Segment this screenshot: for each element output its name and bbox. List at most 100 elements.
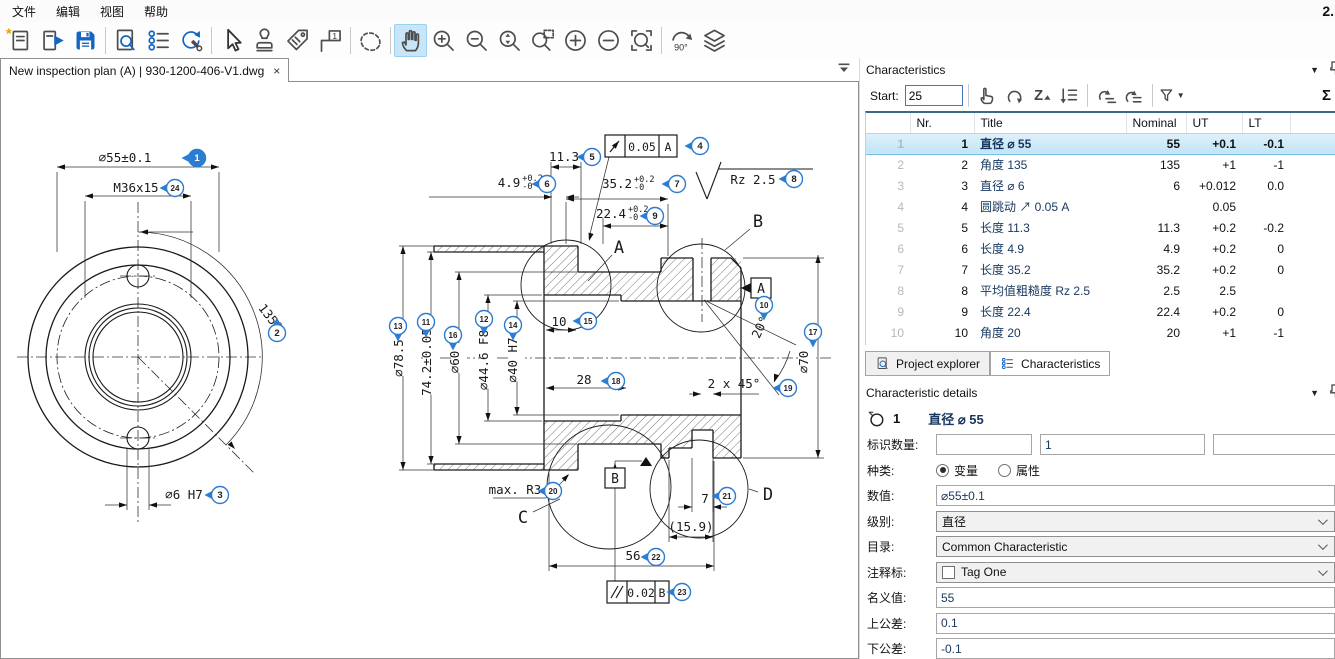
svg-text:15: 15 xyxy=(584,317,593,326)
balloon-tool-icon[interactable]: 1 xyxy=(314,24,347,57)
nominal-input[interactable] xyxy=(936,587,1335,608)
save-icon[interactable] xyxy=(69,24,102,57)
revision-cloud-icon[interactable] xyxy=(354,24,387,57)
filter-icon[interactable]: ▼ xyxy=(1158,83,1185,109)
column-header[interactable]: Title xyxy=(974,113,1126,133)
svg-text:Rz 2.5: Rz 2.5 xyxy=(730,172,775,187)
increase-icon[interactable] xyxy=(559,24,592,57)
svg-text:10: 10 xyxy=(760,301,769,310)
tag-tool-icon[interactable] xyxy=(281,24,314,57)
table-row[interactable]: 1 1 直径 ⌀ 55 55 +0.1 -0.1 xyxy=(866,133,1335,154)
find-document-icon[interactable] xyxy=(109,24,142,57)
svg-text:5: 5 xyxy=(589,152,595,163)
table-row[interactable]: 5 5 长度 11.3 11.3 +0.2 -0.2 xyxy=(866,217,1335,238)
balloon-7[interactable]: 7 xyxy=(662,176,686,193)
balloon-1[interactable]: 1 xyxy=(182,150,206,167)
table-row[interactable]: 3 3 直径 ⌀ 6 6 +0.012 0.0 xyxy=(866,175,1335,196)
zoom-vertical-icon[interactable] xyxy=(493,24,526,57)
column-header[interactable] xyxy=(866,113,910,133)
balloon-23[interactable]: 23 xyxy=(667,584,691,601)
zoom-window-icon[interactable] xyxy=(526,24,559,57)
lower-tol-input[interactable] xyxy=(936,638,1335,659)
pan-tool-icon[interactable] xyxy=(394,24,427,57)
stamp-tool-icon[interactable] xyxy=(248,24,281,57)
balloon-22[interactable]: 22 xyxy=(641,549,665,566)
zoom-in-icon[interactable] xyxy=(427,24,460,57)
balloon-8[interactable]: 8 xyxy=(779,171,803,188)
table-row[interactable]: 4 4 圆跳动 ↗ 0.05 A 0.05 xyxy=(866,196,1335,217)
start-input[interactable] xyxy=(905,85,963,106)
reorder-z-icon[interactable]: Z xyxy=(1028,83,1055,109)
characteristics-list-icon[interactable] xyxy=(142,24,175,57)
update-tools-icon[interactable] xyxy=(175,24,208,57)
level-select[interactable]: 直径 xyxy=(936,511,1335,532)
id-qty-input-2[interactable] xyxy=(1040,434,1205,455)
radio-variable[interactable]: 变量 xyxy=(936,462,978,479)
pick-hand-icon[interactable] xyxy=(974,83,1001,109)
svg-text:22: 22 xyxy=(652,553,661,562)
id-qty-input-1[interactable] xyxy=(936,434,1032,455)
svg-text:19: 19 xyxy=(784,384,793,393)
tab-list-icon[interactable] xyxy=(835,59,853,80)
column-header[interactable]: Nominal xyxy=(1126,113,1186,133)
details-pin-icon[interactable] xyxy=(1329,384,1335,402)
catalog-label: 目录: xyxy=(867,538,936,555)
panel-collapse-icon[interactable]: ▼ xyxy=(1310,65,1319,75)
move-from-list-icon[interactable] xyxy=(1120,83,1147,109)
balloon-4[interactable]: 4 xyxy=(685,138,709,155)
drawing-canvas[interactable]: AB0.05A0.02B⌀55±0.1M36x15135°⌀6 H711.34.… xyxy=(0,82,859,659)
catalog-select[interactable]: Common Characteristic xyxy=(936,536,1335,557)
svg-text:21: 21 xyxy=(723,492,732,501)
balloon-3[interactable]: 3 xyxy=(205,487,229,504)
balloon-5[interactable]: 5 xyxy=(577,149,601,166)
rotate-90-icon[interactable]: 90° xyxy=(665,24,698,57)
menu-item-2[interactable]: 编辑 xyxy=(46,1,90,22)
details-collapse-icon[interactable]: ▼ xyxy=(1310,388,1319,398)
move-into-list-icon[interactable] xyxy=(1093,83,1120,109)
menu-item-1[interactable]: 文件 xyxy=(2,1,46,22)
new-plan-icon[interactable]: * xyxy=(3,24,36,57)
radio-attribute[interactable]: 属性 xyxy=(998,462,1040,479)
sigma-sum-icon[interactable]: Σ xyxy=(1322,87,1333,104)
table-row[interactable]: 2 2 角度 135 135 +1 -1 xyxy=(866,154,1335,175)
nominal-row: 名义值: xyxy=(867,585,1335,611)
svg-text:7: 7 xyxy=(701,491,709,506)
column-header[interactable]: LT xyxy=(1242,113,1290,133)
column-header[interactable]: UT xyxy=(1186,113,1242,133)
decrease-icon[interactable] xyxy=(592,24,625,57)
svg-text:2 x 45°: 2 x 45° xyxy=(708,376,761,391)
table-row[interactable]: 10 10 角度 20 20 +1 -1 xyxy=(866,322,1335,343)
upper-tol-input[interactable] xyxy=(936,613,1335,634)
balloon-19[interactable]: 19 xyxy=(773,380,797,397)
column-header[interactable]: Nr. xyxy=(910,113,974,133)
id-qty-input-3[interactable] xyxy=(1213,434,1335,455)
balloon-18[interactable]: 18 xyxy=(601,373,625,390)
zoom-fit-icon[interactable] xyxy=(625,24,658,57)
table-row[interactable]: 6 6 长度 4.9 4.9 +0.2 0 xyxy=(866,238,1335,259)
balloon-15[interactable]: 15 xyxy=(573,313,597,330)
pin-icon[interactable] xyxy=(1329,61,1335,79)
balloon-24[interactable]: 24 xyxy=(160,180,184,197)
sort-list-icon[interactable] xyxy=(1055,83,1082,109)
balloon-21[interactable]: 21 xyxy=(712,488,736,505)
tab-label: Project explorer xyxy=(896,357,980,371)
renumber-icon[interactable] xyxy=(1001,83,1028,109)
menu-item-4[interactable]: 帮助 xyxy=(134,1,178,22)
tab-close-icon[interactable]: × xyxy=(273,64,280,78)
table-row[interactable]: 7 7 长度 35.2 35.2 +0.2 0 xyxy=(866,259,1335,280)
zoom-out-icon[interactable] xyxy=(460,24,493,57)
menu-item-3[interactable]: 视图 xyxy=(90,1,134,22)
table-row[interactable]: 8 8 平均值粗糙度 Rz 2.5 2.5 2.5 xyxy=(866,280,1335,301)
open-plan-icon[interactable] xyxy=(36,24,69,57)
tag-select[interactable]: Tag One xyxy=(936,562,1335,583)
value-input[interactable] xyxy=(936,485,1335,506)
svg-text:8: 8 xyxy=(791,174,796,185)
tab-characteristics[interactable]: Characteristics xyxy=(990,351,1110,376)
select-cursor-icon[interactable] xyxy=(215,24,248,57)
layers-icon[interactable] xyxy=(698,24,731,57)
table-row[interactable]: 9 9 长度 22.4 22.4 +0.2 0 xyxy=(866,301,1335,322)
tab-inspection-plan[interactable]: New inspection plan (A) | 930-1200-406-V… xyxy=(0,58,289,82)
tab-project-explorer[interactable]: Project explorer xyxy=(865,351,990,376)
checkbox-icon[interactable] xyxy=(942,566,955,579)
main-area: New inspection plan (A) | 930-1200-406-V… xyxy=(0,58,1335,659)
